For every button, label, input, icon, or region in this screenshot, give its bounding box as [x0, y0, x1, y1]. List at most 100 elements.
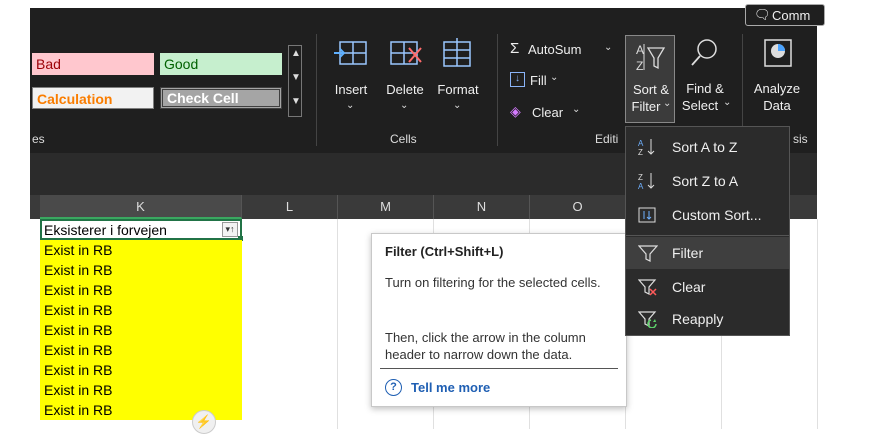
analyze-data-button[interactable]: Analyze Data: [748, 35, 806, 123]
comments-button[interactable]: 🗨 Comm: [745, 4, 825, 26]
sort-a-to-z-label: Sort A to Z: [672, 139, 738, 155]
style-good[interactable]: Good: [160, 53, 282, 75]
svg-text:A: A: [638, 139, 644, 148]
divider: [497, 34, 498, 146]
selected-header-cell[interactable]: Eksisterer i forvejen ▾↑: [40, 219, 243, 241]
reapply-label: Reapply: [672, 311, 724, 327]
comment-icon: 🗨: [754, 7, 771, 22]
format-button[interactable]: Format ⌄: [432, 38, 484, 118]
format-label: Format: [437, 82, 479, 97]
cells-group-label: Cells: [390, 132, 417, 146]
column-header-k[interactable]: K: [40, 195, 242, 219]
help-icon: ?: [385, 379, 402, 396]
svg-text:Z: Z: [638, 173, 643, 182]
editing-group-label: Editi: [595, 132, 619, 146]
menu-item-sort-z-to-a[interactable]: ZA Sort Z to A: [626, 165, 789, 197]
gallery-more-icon[interactable]: ▼: [291, 96, 301, 107]
clear-button[interactable]: ◈ Clear ⌄: [508, 103, 588, 123]
lightning-icon: ⚡: [195, 414, 213, 429]
clear-filter-label: Clear: [672, 279, 706, 295]
table-row[interactable]: Exist in RB: [40, 280, 242, 300]
tooltip-paragraph-2: Then, click the arrow in the column head…: [385, 330, 586, 362]
styles-group-label: es: [32, 132, 45, 146]
tooltip-title: Filter (Ctrl+Shift+L): [385, 244, 504, 259]
delete-dropdown-icon: ⌄: [400, 100, 409, 111]
fill-label: Fill: [530, 73, 547, 88]
styles-gallery-scroll[interactable]: ▲ ▼ ▼: [288, 45, 302, 117]
analysis-group-label: sis: [793, 132, 808, 146]
sort-z-to-a-label: Sort Z to A: [672, 173, 739, 189]
menu-divider: [626, 235, 789, 236]
table-row[interactable]: Exist in RB: [40, 380, 242, 400]
style-bad[interactable]: Bad: [32, 53, 154, 75]
gridline: [337, 219, 338, 429]
filter-tooltip: Filter (Ctrl+Shift+L) Turn on filtering …: [371, 233, 627, 407]
sigma-icon: Σ: [510, 40, 520, 57]
clear-filter-icon: [637, 278, 658, 296]
sort-ascending-icon: AZ: [638, 138, 658, 157]
fill-button[interactable]: ↓ Fill ⌄: [508, 71, 568, 91]
quick-analysis-button[interactable]: ⚡: [192, 410, 216, 434]
sort-filter-label-line1: Sort &: [632, 82, 670, 97]
analyze-data-label-line2: Data: [763, 98, 791, 113]
tooltip-divider: [380, 368, 618, 369]
menu-item-reapply[interactable]: Reapply: [626, 303, 789, 335]
table-row[interactable]: Exist in RB: [40, 360, 242, 380]
filter-icon: [637, 244, 659, 262]
autosum-dropdown-icon: ⌄: [604, 42, 613, 53]
find-select-label-line2: Select: [681, 98, 719, 113]
clear-dropdown-icon: ⌄: [572, 104, 581, 115]
svg-text:A: A: [636, 43, 644, 57]
svg-text:A: A: [638, 182, 644, 190]
analyze-data-icon: [764, 39, 792, 67]
clear-label: Clear: [532, 105, 564, 120]
filter-dropdown-button[interactable]: ▾↑: [222, 222, 238, 237]
scroll-up-icon[interactable]: ▲: [291, 48, 301, 59]
reapply-filter-icon: [637, 310, 658, 329]
svg-text:Z: Z: [636, 59, 643, 73]
tooltip-paragraph-1: Turn on filtering for the selected cells…: [385, 275, 601, 290]
fill-dropdown-icon: ⌄: [550, 72, 559, 83]
delete-button[interactable]: Delete ⌄: [380, 38, 430, 118]
find-select-button[interactable]: Find & Select ⌄: [677, 35, 733, 123]
insert-button[interactable]: Insert ⌄: [326, 38, 376, 118]
autosum-label: AutoSum: [528, 42, 582, 57]
style-check-cell[interactable]: Check Cell: [160, 87, 282, 109]
divider: [316, 34, 317, 146]
tell-me-more-link[interactable]: ? Tell me more: [385, 379, 525, 397]
table-row[interactable]: Exist in RB: [40, 320, 242, 340]
style-calculation[interactable]: Calculation: [32, 87, 154, 109]
analyze-data-label-line1: Analyze: [753, 81, 801, 96]
table-row[interactable]: Exist in RB: [40, 300, 242, 320]
fill-down-icon: ↓: [510, 72, 525, 87]
eraser-icon: ◈: [510, 103, 521, 119]
column-header-o[interactable]: O: [530, 195, 626, 219]
sort-filter-icon: A Z: [636, 43, 666, 73]
sort-filter-menu: AZ Sort A to Z ZA Sort Z to A Custom Sor…: [625, 126, 790, 336]
svg-text:Z: Z: [638, 148, 643, 156]
column-header-l[interactable]: L: [242, 195, 338, 219]
header-cell-text: Eksisterer i forvejen: [44, 222, 167, 238]
insert-label: Insert: [334, 82, 368, 97]
insert-dropdown-icon: ⌄: [346, 100, 355, 111]
autosum-button[interactable]: Σ AutoSum ⌄: [508, 40, 618, 60]
insert-cells-icon: [334, 41, 367, 65]
menu-item-custom-sort[interactable]: Custom Sort...: [626, 199, 789, 231]
sort-filter-button[interactable]: A Z Sort & Filter ⌄: [625, 35, 675, 123]
scroll-down-icon[interactable]: ▼: [291, 72, 301, 83]
tell-me-more-label: Tell me more: [411, 380, 491, 395]
custom-sort-icon: [638, 206, 658, 224]
column-header-m[interactable]: M: [338, 195, 434, 219]
format-cells-icon: [443, 38, 471, 67]
table-row[interactable]: Exist in RB: [40, 260, 242, 280]
table-row[interactable]: Exist in RB: [40, 240, 242, 260]
menu-item-filter[interactable]: Filter: [626, 237, 789, 269]
menu-item-sort-a-to-z[interactable]: AZ Sort A to Z: [626, 131, 789, 163]
column-header-n[interactable]: N: [434, 195, 530, 219]
sort-filter-label-line2: Filter: [631, 99, 661, 114]
table-row[interactable]: Exist in RB: [40, 340, 242, 360]
menu-item-clear[interactable]: Clear: [626, 271, 789, 303]
sort-descending-icon: ZA: [638, 172, 658, 191]
delete-label: Delete: [386, 82, 424, 97]
gridline: [817, 219, 818, 429]
